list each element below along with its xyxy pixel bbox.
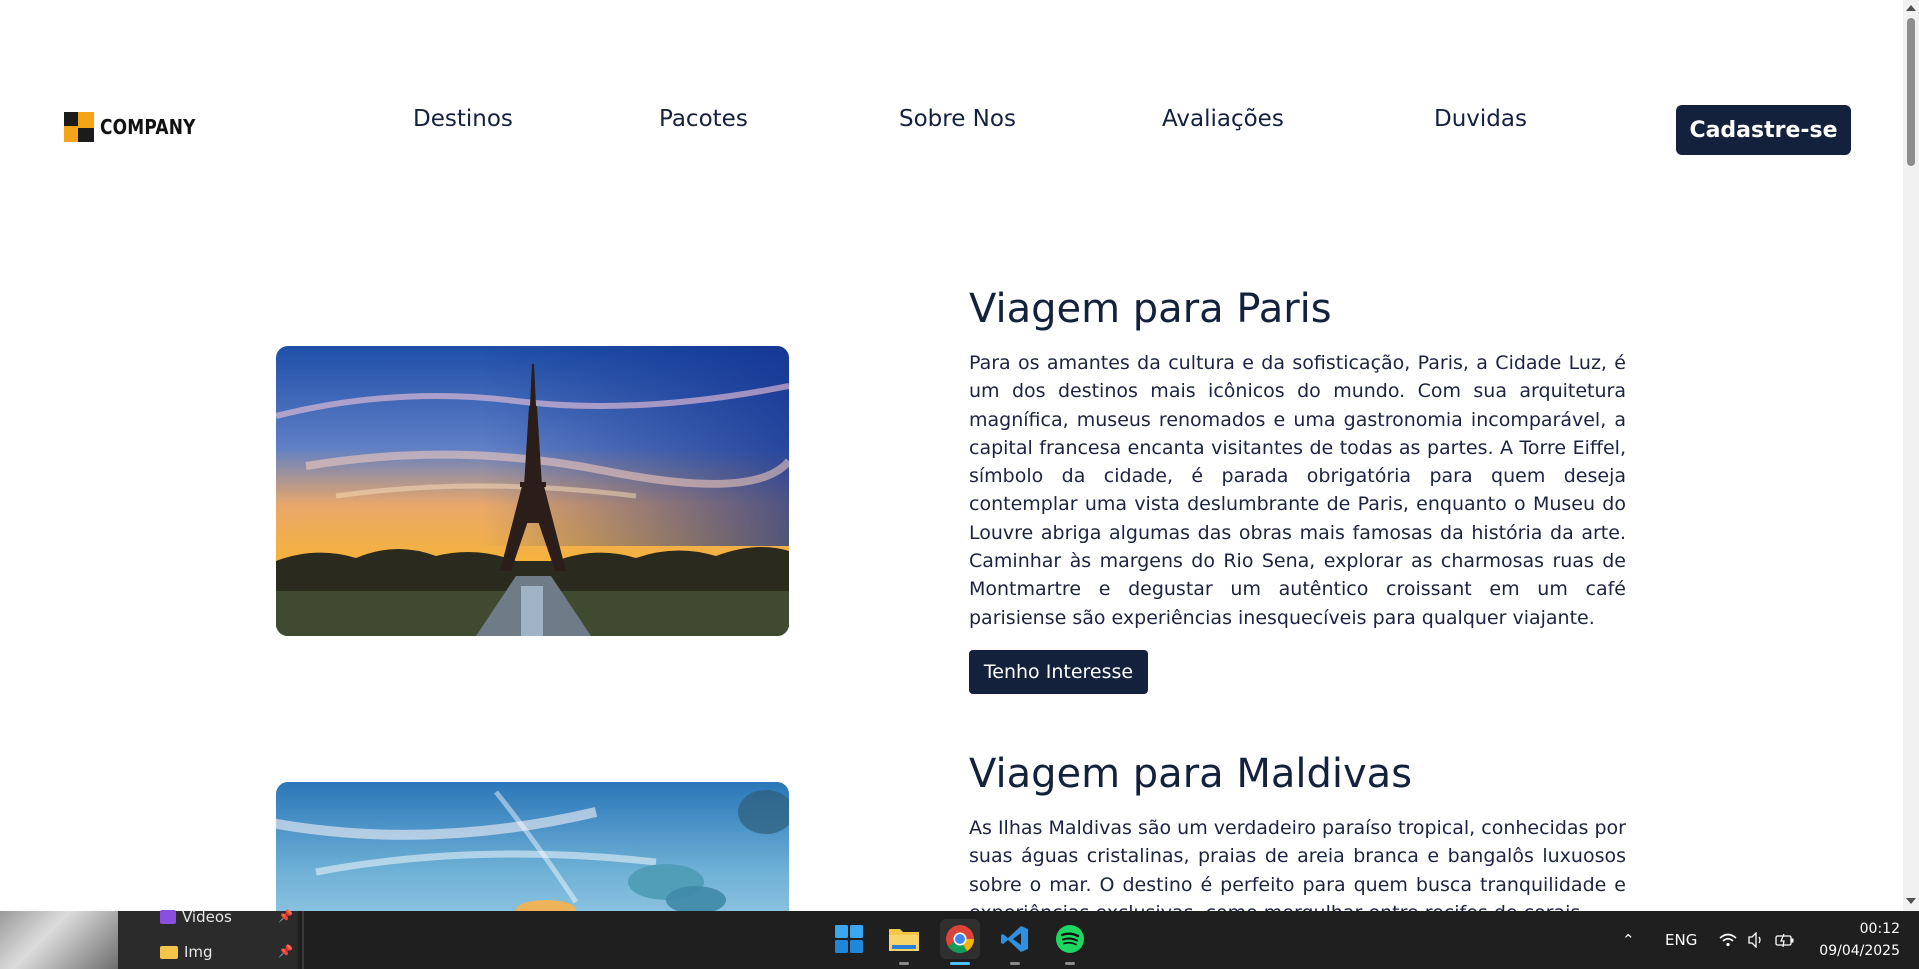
vscode-button[interactable] xyxy=(995,919,1035,965)
file-explorer-button[interactable] xyxy=(884,919,924,965)
chrome-icon xyxy=(946,925,974,953)
file-explorer-icon xyxy=(889,929,919,951)
nav-duvidas[interactable]: Duvidas xyxy=(1434,106,1527,132)
vscode-icon xyxy=(1001,926,1028,952)
running-indicator xyxy=(1010,962,1020,965)
chrome-button[interactable] xyxy=(940,919,980,965)
videos-folder-icon xyxy=(160,910,176,924)
active-indicator xyxy=(950,962,970,965)
explorer-quick-access: Videos 📌 Img 📌 xyxy=(118,908,298,969)
pin-icon: 📌 xyxy=(278,909,293,923)
company-logo[interactable]: COMPANY xyxy=(64,112,213,142)
running-indicator xyxy=(899,962,909,965)
clock[interactable]: 00:12 09/04/2025 xyxy=(1815,918,1900,962)
trip-text-paris: Para os amantes da cultura e da sofistic… xyxy=(969,352,1626,629)
taskbar-divider xyxy=(302,911,304,969)
quick-access-label: Videos xyxy=(182,908,232,926)
scroll-thumb[interactable] xyxy=(1907,18,1915,166)
logo-icon xyxy=(64,112,94,142)
quick-access-label: Img xyxy=(184,943,213,961)
chevron-up-icon: ⌃ xyxy=(1622,931,1635,949)
spotify-button[interactable] xyxy=(1050,919,1090,965)
nav-avaliacoes[interactable]: Avaliações xyxy=(1162,106,1284,132)
system-tray-icons[interactable] xyxy=(1719,911,1795,969)
start-button[interactable] xyxy=(829,919,869,959)
signup-button[interactable]: Cadastre-se xyxy=(1676,105,1851,155)
start-icon xyxy=(835,925,863,953)
nav-destinos[interactable]: Destinos xyxy=(413,106,513,132)
windows-taskbar: Videos 📌 Img 📌 ⌃ ENG 00:12 09/04/2025 xyxy=(0,908,1919,969)
scroll-down-icon[interactable] xyxy=(1906,898,1916,904)
trip-title-maldivas: Viagem para Maldivas xyxy=(969,751,1413,797)
quick-access-img[interactable]: Img xyxy=(160,943,213,961)
tray-overflow-button[interactable]: ⌃ xyxy=(1622,911,1635,969)
battery-icon xyxy=(1775,933,1794,948)
quick-access-videos[interactable]: Videos xyxy=(160,908,232,926)
interest-button-paris[interactable]: Tenho Interesse xyxy=(969,650,1148,694)
language-indicator[interactable]: ENG xyxy=(1665,911,1697,969)
nav-sobre-nos[interactable]: Sobre Nos xyxy=(899,106,1016,132)
scroll-up-icon[interactable] xyxy=(1906,5,1916,11)
volume-icon xyxy=(1748,932,1761,948)
language-label: ENG xyxy=(1665,931,1698,949)
clock-time: 00:12 xyxy=(1859,921,1900,937)
page-scrollbar[interactable] xyxy=(1903,0,1919,911)
folder-icon xyxy=(160,945,178,959)
desktop-wallpaper-strip xyxy=(0,911,118,969)
clock-date: 09/04/2025 xyxy=(1819,943,1900,959)
wifi-icon xyxy=(1719,933,1737,947)
logo-text: COMPANY xyxy=(100,115,196,139)
nav-pacotes[interactable]: Pacotes xyxy=(659,106,748,132)
trip-title-paris: Viagem para Paris xyxy=(969,286,1332,332)
paris-image xyxy=(276,346,789,636)
spotify-icon xyxy=(1056,925,1084,953)
pin-icon: 📌 xyxy=(278,944,293,958)
running-indicator xyxy=(1065,962,1075,965)
